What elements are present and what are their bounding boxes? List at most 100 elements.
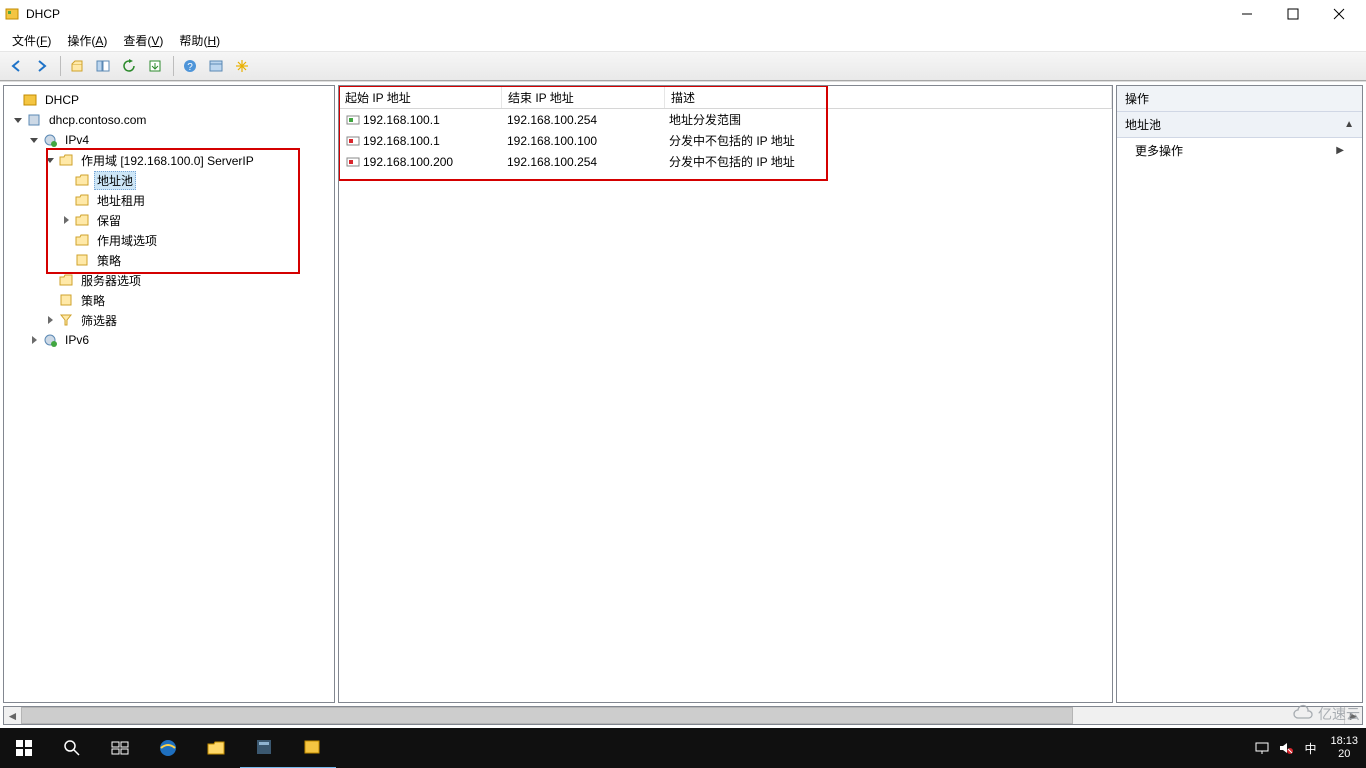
tree-scope[interactable]: 作用域 [192.168.100.0] ServerIP <box>4 150 334 170</box>
twisty-icon <box>42 292 58 308</box>
taskbar-server-manager[interactable] <box>240 727 288 768</box>
export-list-button[interactable] <box>143 54 167 78</box>
filters-icon <box>58 312 74 328</box>
tree-label: 服务器选项 <box>78 271 144 290</box>
svg-text:?: ? <box>187 62 193 73</box>
twisty-open-icon[interactable] <box>42 152 58 168</box>
table-row[interactable]: 192.168.100.1192.168.100.254地址分发范围 <box>339 109 1112 130</box>
column-description[interactable]: 描述 <box>665 86 1112 108</box>
actions-context[interactable]: 地址池 ▲ <box>1117 112 1362 138</box>
twisty-icon <box>58 172 74 188</box>
task-view-button[interactable] <box>96 728 144 768</box>
reservations-folder-icon <box>74 212 90 228</box>
tree-label: 策略 <box>78 291 108 310</box>
tree-pool[interactable]: 地址池 <box>4 170 334 190</box>
tray-date: 20 <box>1330 748 1358 761</box>
tree-label: 作用域 [192.168.100.0] ServerIP <box>78 151 257 170</box>
tree-ipv4[interactable]: IPv4 <box>4 130 334 150</box>
watermark: 亿速云 <box>1292 704 1360 724</box>
tree-label: IPv6 <box>62 332 92 348</box>
server-options-icon <box>58 272 74 288</box>
cell-end-ip: 192.168.100.100 <box>507 134 597 148</box>
tree-label: 地址池 <box>94 171 136 190</box>
watermark-text: 亿速云 <box>1318 704 1360 724</box>
twisty-closed-icon[interactable] <box>26 332 42 348</box>
twisty-icon <box>42 272 58 288</box>
column-end-ip[interactable]: 结束 IP 地址 <box>502 86 665 108</box>
tray-time: 18:13 <box>1330 735 1358 748</box>
taskbar-explorer[interactable] <box>192 728 240 768</box>
menu-view[interactable]: 查看(V) <box>115 30 171 51</box>
twisty-icon[interactable] <box>6 92 22 108</box>
cell-description: 分发中不包括的 IP 地址 <box>669 153 795 170</box>
taskbar-ie[interactable] <box>144 728 192 768</box>
twisty-open-icon[interactable] <box>10 112 26 128</box>
table-row[interactable]: 192.168.100.200 192.168.100.254 分发中不包括的 IP… <box>339 151 1112 172</box>
help-button[interactable]: ? <box>178 54 202 78</box>
list-pane[interactable]: 起始 IP 地址 结束 IP 地址 描述 192.168.100.1192.16… <box>338 85 1113 703</box>
tray-volume-icon[interactable] <box>1274 728 1298 768</box>
start-button[interactable] <box>0 728 48 768</box>
tree-pane[interactable]: DHCP dhcp.contoso.com IPv4 作用域 [192.168.… <box>3 85 335 703</box>
tree-label: IPv4 <box>62 132 92 148</box>
cell-description: 地址分发范围 <box>669 111 741 128</box>
taskbar-dhcp[interactable] <box>288 727 336 768</box>
refresh-button[interactable] <box>117 54 141 78</box>
tree-label: 筛选器 <box>78 311 120 330</box>
tree-label: 保留 <box>94 211 124 230</box>
tree-scope-policies[interactable]: 策略 <box>4 250 334 270</box>
tray-network-icon[interactable] <box>1250 728 1274 768</box>
tree-filters[interactable]: 筛选器 <box>4 310 334 330</box>
tree-label: dhcp.contoso.com <box>46 112 149 128</box>
forward-button[interactable] <box>30 54 54 78</box>
menu-file[interactable]: 文件(F) <box>4 30 59 51</box>
show-hide-tree-button[interactable] <box>91 54 115 78</box>
ipv6-icon <box>42 332 58 348</box>
tree-reservations[interactable]: 保留 <box>4 210 334 230</box>
tree-label: 策略 <box>94 251 124 270</box>
exclusion-icon <box>345 133 361 149</box>
tree-label: DHCP <box>42 92 82 108</box>
menu-help[interactable]: 帮助(H) <box>171 30 228 51</box>
up-button[interactable] <box>65 54 89 78</box>
tree-leases[interactable]: 地址租用 <box>4 190 334 210</box>
scroll-thumb[interactable] <box>21 707 1073 724</box>
properties-button[interactable] <box>204 54 228 78</box>
column-start-ip[interactable]: 起始 IP 地址 <box>339 86 502 108</box>
tray-clock[interactable]: 18:13 20 <box>1322 735 1366 761</box>
tree-root-dhcp[interactable]: DHCP <box>4 90 334 110</box>
search-button[interactable] <box>48 728 96 768</box>
twisty-closed-icon[interactable] <box>42 312 58 328</box>
cell-start-ip: 192.168.100.200 <box>363 155 453 169</box>
menu-action[interactable]: 操作(A) <box>59 30 115 51</box>
tray-ime[interactable]: 中 <box>1298 728 1322 768</box>
new-button[interactable] <box>230 54 254 78</box>
twisty-open-icon[interactable] <box>26 132 42 148</box>
twisty-icon <box>58 232 74 248</box>
tree-server-options[interactable]: 服务器选项 <box>4 270 334 290</box>
back-button[interactable] <box>4 54 28 78</box>
actions-more[interactable]: 更多操作 ▶ <box>1117 138 1362 163</box>
ipv4-icon <box>42 132 58 148</box>
maximize-button[interactable] <box>1270 0 1316 28</box>
table-row[interactable]: 192.168.100.1192.168.100.100分发中不包括的 IP 地… <box>339 130 1112 151</box>
tree-label: 作用域选项 <box>94 231 160 250</box>
horizontal-scrollbar[interactable]: ◄ ► <box>3 706 1363 725</box>
minimize-button[interactable] <box>1224 0 1270 28</box>
scroll-left-button[interactable]: ◄ <box>4 707 22 724</box>
list-body: 192.168.100.1192.168.100.254地址分发范围192.16… <box>339 109 1112 172</box>
collapse-icon: ▲ <box>1344 119 1354 130</box>
pool-folder-icon <box>74 172 90 188</box>
tree-server-policies[interactable]: 策略 <box>4 290 334 310</box>
window-title: DHCP <box>26 7 60 21</box>
twisty-closed-icon[interactable] <box>58 212 74 228</box>
tree-ipv6[interactable]: IPv6 <box>4 330 334 350</box>
cell-description: 分发中不包括的 IP 地址 <box>669 132 795 149</box>
tree-scope-options[interactable]: 作用域选项 <box>4 230 334 250</box>
cell-end-ip: 192.168.100.254 <box>507 155 597 169</box>
menubar: 文件(F) 操作(A) 查看(V) 帮助(H) <box>0 29 1366 51</box>
scope-folder-icon <box>58 152 74 168</box>
cloud-icon <box>1292 706 1314 722</box>
close-button[interactable] <box>1316 0 1362 28</box>
tree-server[interactable]: dhcp.contoso.com <box>4 110 334 130</box>
